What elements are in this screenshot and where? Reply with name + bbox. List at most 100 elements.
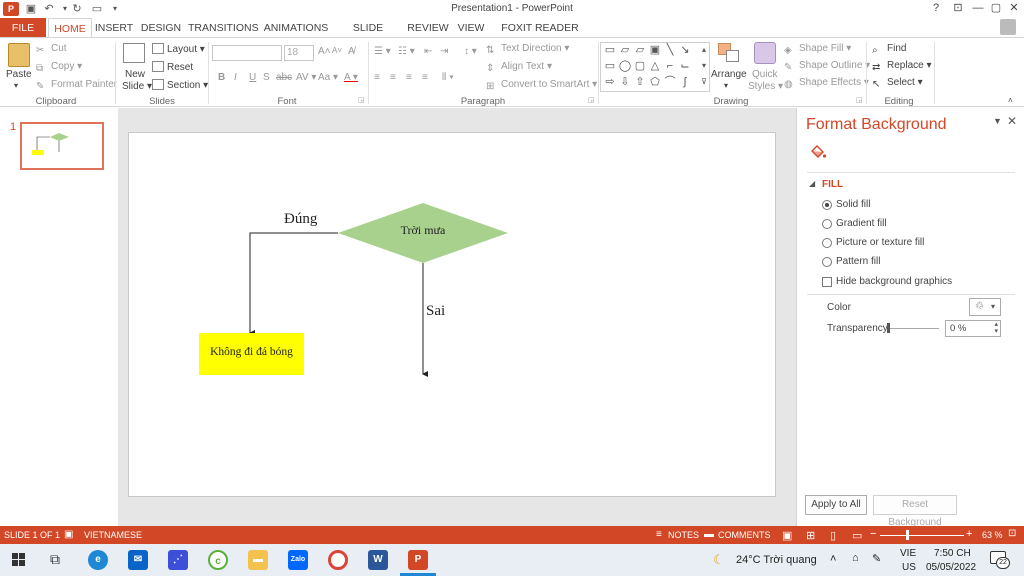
replace-button[interactable]: ⇄ Replace ▾ — [872, 60, 932, 73]
comments-icon[interactable]: ▬ — [704, 529, 714, 540]
hide-background-graphics-checkbox[interactable] — [822, 277, 832, 287]
shape-right-arrow-icon[interactable]: ⇨ — [603, 76, 617, 88]
zoom-slider-track[interactable] — [880, 535, 964, 536]
slide-show-view-icon[interactable]: ▭ — [852, 529, 862, 542]
slide-thumbnail[interactable] — [20, 122, 104, 170]
justify-icon[interactable]: ≡ — [422, 72, 428, 83]
tab-animations[interactable]: ANIMATIONS — [262, 18, 330, 38]
windows-start-icon[interactable] — [12, 553, 26, 567]
find-button[interactable]: ⌕ Find — [872, 43, 906, 56]
shape-outline-button[interactable]: ✎ Shape Outline ▾ — [784, 60, 870, 73]
task-view-icon[interactable]: ⧉ — [50, 551, 60, 568]
new-slide-icon[interactable] — [123, 43, 145, 63]
zoom-out-button[interactable]: − — [870, 528, 876, 540]
shape-down-arrow-icon[interactable]: ⇩ — [618, 76, 632, 88]
align-right-icon[interactable]: ≡ — [406, 72, 412, 83]
gallery-scroll-down-icon[interactable]: ▾ — [697, 60, 711, 72]
notes-button[interactable]: NOTES — [668, 530, 699, 540]
spin-down-icon[interactable]: ▾ — [994, 327, 998, 335]
minimize-button[interactable]: — — [970, 1, 986, 16]
format-painter-button[interactable]: ✎ Format Painter — [36, 79, 117, 92]
bold-button[interactable]: B — [218, 72, 225, 83]
spelling-check-icon[interactable]: ▣ — [64, 529, 73, 540]
paste-dropdown-icon[interactable]: ▾ — [14, 81, 18, 90]
shape-parallelogram-icon[interactable]: ▱ — [618, 44, 632, 56]
app-icon[interactable]: ⋰ — [168, 550, 188, 570]
transparency-slider-track[interactable] — [887, 328, 939, 329]
cut-button[interactable]: ✂ Cut — [36, 43, 67, 56]
restore-button[interactable]: ▢ — [988, 1, 1004, 16]
italic-button[interactable]: I — [234, 72, 237, 83]
slide-sorter-view-icon[interactable]: ⊞ — [806, 529, 815, 542]
shape-arrow-line-icon[interactable]: ↘ — [678, 44, 692, 56]
shape-line-icon[interactable]: ╲ — [663, 44, 677, 56]
comments-button[interactable]: COMMENTS — [718, 530, 771, 540]
text-direction-button[interactable]: ⇅ Text Direction ▾ — [486, 43, 569, 56]
numbering-icon[interactable]: ☷ ▾ — [398, 46, 415, 57]
shrink-font-button[interactable]: A˅ — [332, 46, 342, 55]
zoom-level[interactable]: 63 % — [982, 530, 1003, 540]
weather-moon-icon[interactable]: ☾ — [713, 552, 725, 568]
picture-texture-fill-radio[interactable] — [822, 238, 832, 248]
shape-curve-icon[interactable]: ∫ — [678, 76, 692, 88]
account-avatar[interactable] — [1000, 19, 1016, 35]
file-explorer-icon[interactable]: ▬ — [248, 550, 268, 570]
close-button[interactable]: ✕ — [1006, 1, 1022, 16]
drawing-dialog-launcher-icon[interactable]: ◲ — [856, 96, 863, 104]
shape-parallelogram-icon[interactable]: ▱ — [633, 44, 647, 56]
clear-formatting-button[interactable]: A̸ — [348, 46, 355, 57]
gallery-scroll-up-icon[interactable]: ▴ — [697, 44, 711, 56]
align-center-icon[interactable]: ≡ — [390, 72, 396, 83]
line-spacing-icon[interactable]: ↕ ▾ — [464, 46, 477, 57]
tab-view[interactable]: VIEW — [454, 18, 488, 38]
shape-up-arrow-icon[interactable]: ⇧ — [633, 76, 647, 88]
gradient-fill-label[interactable]: Gradient fill — [836, 218, 887, 229]
shapes-gallery[interactable]: ▭ ▱ ▱ ▣ ╲ ↘ ▭ ◯ ▢ △ ⌐ ⌙ ⇨ ⇩ ⇧ ⬠ ⌒ ∫ ▴ ▾ … — [600, 42, 710, 92]
convert-to-smartart-button[interactable]: ⊞ Convert to SmartArt ▾ — [486, 79, 597, 92]
font-dialog-launcher-icon[interactable]: ◲ — [358, 96, 365, 104]
notes-icon[interactable]: ≡ — [656, 529, 662, 540]
normal-view-icon[interactable]: ▣ — [782, 529, 792, 542]
pattern-fill-radio[interactable] — [822, 257, 832, 267]
pane-options-dropdown-icon[interactable]: ▼ — [993, 116, 1002, 126]
yes-connector-arrow[interactable] — [249, 232, 338, 336]
shape-pentagon-icon[interactable]: ⬠ — [648, 76, 662, 88]
shape-triangle-icon[interactable]: △ — [648, 60, 662, 72]
tab-slide-show[interactable]: SLIDE SHOW — [336, 18, 400, 54]
reset-background-button[interactable]: Reset Background — [873, 495, 957, 528]
shape-fill-button[interactable]: ◈ Shape Fill ▾ — [784, 43, 851, 56]
grow-font-button[interactable]: A˄ — [318, 46, 331, 57]
columns-icon[interactable]: ⫴ ▾ — [442, 72, 454, 83]
word-icon[interactable]: W — [368, 550, 388, 570]
strikethrough-button[interactable]: abc — [276, 72, 292, 83]
zoom-slider-thumb[interactable] — [906, 530, 909, 540]
change-case-button[interactable]: Aa ▾ — [318, 72, 338, 83]
notification-center-icon[interactable]: 22 — [990, 551, 1010, 569]
gradient-fill-radio[interactable] — [822, 219, 832, 229]
reset-button[interactable]: Reset — [152, 61, 193, 73]
shape-textbox-icon[interactable]: ▣ — [648, 44, 662, 56]
paste-button[interactable]: Paste — [6, 69, 32, 80]
align-left-icon[interactable]: ≡ — [374, 72, 380, 83]
chrome-icon[interactable] — [328, 550, 348, 570]
arrange-icon[interactable] — [718, 43, 740, 63]
tab-review[interactable]: REVIEW — [406, 18, 450, 38]
underline-button[interactable]: U — [249, 72, 256, 83]
bullets-icon[interactable]: ☰ ▾ — [374, 46, 391, 57]
quick-styles-button-line2[interactable]: Styles ▾ — [748, 81, 783, 92]
tab-design[interactable]: DESIGN — [138, 18, 184, 38]
language-status[interactable]: VIETNAMESE — [84, 530, 142, 540]
font-size-combobox[interactable]: 18 — [284, 45, 314, 61]
fill-collapse-icon[interactable]: ◢ — [809, 179, 815, 188]
collapse-ribbon-icon[interactable]: ˄ — [1008, 96, 1013, 105]
layout-button[interactable]: Layout ▾ — [152, 43, 205, 55]
edge-browser-icon[interactable]: e — [88, 550, 108, 570]
shape-rectangle-icon[interactable]: ▭ — [603, 44, 617, 56]
paragraph-dialog-launcher-icon[interactable]: ◲ — [588, 96, 595, 104]
transparency-spinner[interactable]: 0 % ▴ ▾ — [945, 320, 1001, 337]
font-name-combobox[interactable] — [212, 45, 282, 61]
section-button[interactable]: Section ▾ — [152, 79, 208, 91]
select-button[interactable]: ↖ Select ▾ — [872, 77, 923, 90]
help-button[interactable]: ? — [928, 1, 944, 16]
pen-icon[interactable]: ✎ — [872, 552, 881, 565]
